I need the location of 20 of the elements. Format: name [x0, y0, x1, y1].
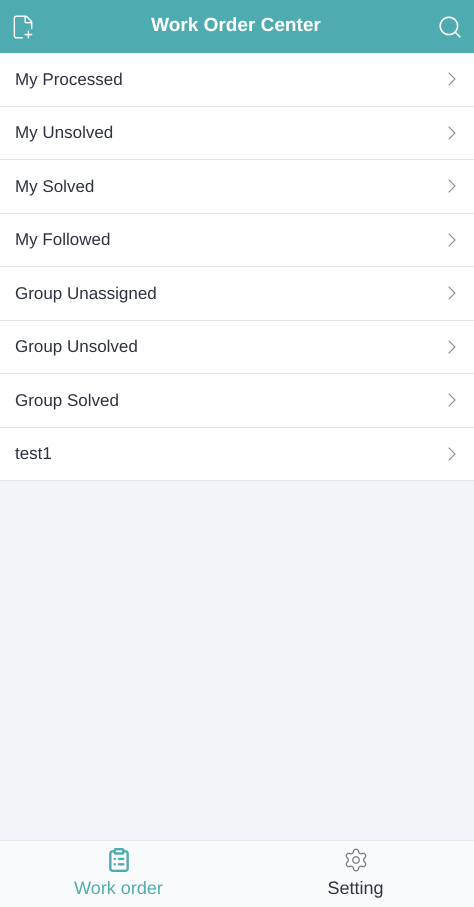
menu-item-label: My Processed — [15, 68, 123, 90]
menu-item[interactable]: Group Solved — [0, 374, 474, 428]
menu-item-label: Group Unassigned — [15, 282, 157, 304]
gear-icon — [342, 846, 368, 872]
menu-item[interactable]: My Followed — [0, 214, 474, 267]
menu-item[interactable]: My Processed — [0, 53, 474, 106]
menu-item[interactable]: My Unsolved — [0, 106, 474, 160]
menu-item-label: My Followed — [15, 229, 110, 251]
header-title: Work Order Center — [151, 14, 321, 38]
tab-bar-item[interactable]: Setting — [237, 841, 474, 907]
menu-item-label: Group Unsolved — [15, 336, 138, 358]
menu-item[interactable]: My Solved — [0, 160, 474, 214]
search-icon — [436, 14, 463, 40]
menu-item-label: My Solved — [15, 176, 94, 198]
menu-item[interactable]: Group Unsolved — [0, 320, 474, 374]
menu-item-label: Group Solved — [15, 390, 119, 412]
menu-item-label: My Unsolved — [15, 122, 114, 144]
menu-item[interactable]: Group Unassigned — [0, 267, 474, 320]
menu-item[interactable]: test1 — [0, 428, 474, 481]
menu-item-label: test1 — [15, 443, 52, 465]
